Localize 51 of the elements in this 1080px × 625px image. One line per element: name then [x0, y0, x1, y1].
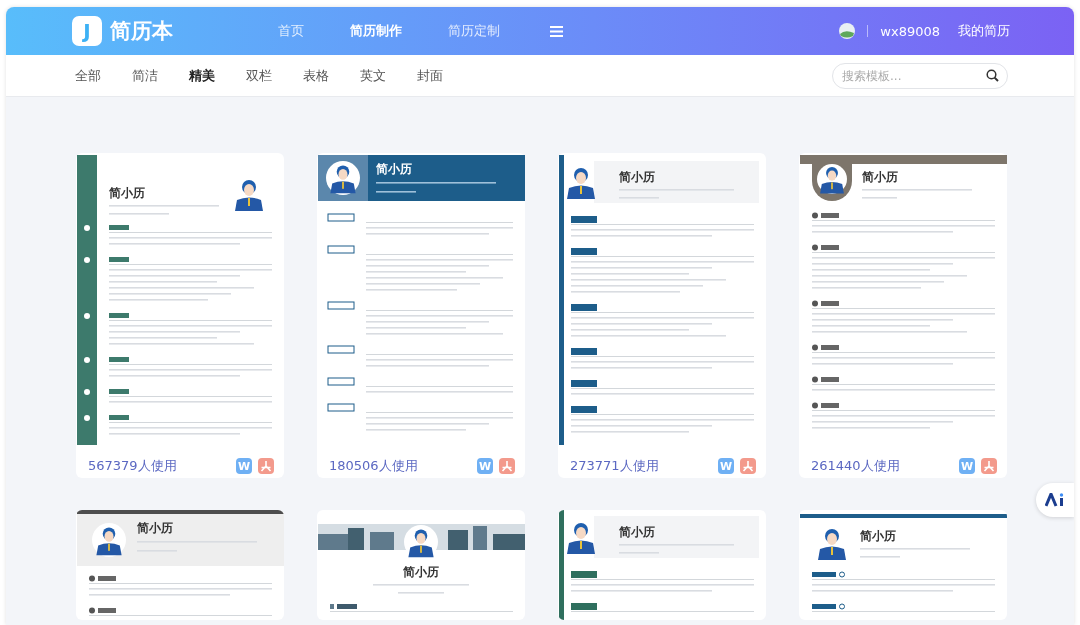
person-figure	[91, 523, 126, 557]
category-tab[interactable]: 双栏	[246, 66, 272, 85]
usage-count: 273771人使用	[570, 457, 660, 475]
avatar-icon[interactable]	[839, 23, 856, 39]
resume-name: 简小历	[108, 186, 145, 200]
usage-count: 261440人使用	[811, 457, 901, 475]
resume-layout-drawing[interactable]	[799, 514, 1007, 612]
resume-layout-drawing[interactable]	[558, 155, 759, 445]
category-tab[interactable]: 表格	[303, 66, 329, 85]
search-icon[interactable]	[986, 69, 999, 82]
word-download-icon[interactable]: W	[477, 458, 493, 474]
nav-link[interactable]: 首页	[278, 22, 304, 40]
person-figure	[816, 164, 847, 194]
word-download-icon[interactable]: W	[236, 458, 252, 474]
person-figure	[325, 161, 360, 195]
person-figure	[403, 525, 438, 559]
resume-name: 简小历	[136, 521, 173, 535]
username[interactable]: wx89008	[880, 23, 940, 39]
resume-name: 简小历	[618, 170, 655, 184]
resume-name: 简小历	[859, 529, 896, 543]
brand-name[interactable]: 简历本	[110, 17, 173, 45]
resume-layout-drawing[interactable]	[558, 510, 759, 620]
resume-name: 简小历	[402, 565, 439, 579]
usage-count: 180506人使用	[329, 457, 419, 475]
category-tab[interactable]: 封面	[417, 66, 443, 85]
resume-layout-drawing[interactable]	[76, 510, 284, 616]
logo-icon[interactable]: J	[72, 16, 102, 46]
person-figure	[234, 180, 263, 211]
category-tab[interactable]: 精美	[189, 66, 215, 85]
category-tab[interactable]: 简洁	[132, 66, 158, 85]
resume-layout-drawing[interactable]	[317, 155, 525, 431]
resume-name: 简小历	[861, 170, 898, 184]
nav-link[interactable]: 简历定制	[448, 22, 500, 40]
category-tab[interactable]: 全部	[75, 66, 101, 85]
menu-icon[interactable]	[550, 25, 563, 37]
category-tab[interactable]: 英文	[360, 66, 386, 85]
usage-count: 567379人使用	[88, 457, 178, 475]
person-figure	[817, 529, 846, 560]
search-field[interactable]: 搜索模板...	[832, 62, 1008, 89]
my-resumes-link[interactable]: 我的简历	[958, 22, 1010, 40]
assistant-button[interactable]	[1036, 483, 1074, 517]
word-download-icon[interactable]: W	[959, 458, 975, 474]
resume-name: 简小历	[618, 525, 655, 539]
assistant-icon	[1045, 493, 1065, 507]
resume-name: 简小历	[375, 162, 412, 176]
resume-layout-drawing[interactable]	[799, 155, 1007, 429]
resume-layout-drawing[interactable]	[76, 155, 272, 445]
person-figure	[566, 523, 595, 554]
word-download-icon[interactable]: W	[718, 458, 734, 474]
person-figure	[566, 168, 595, 199]
nav-link[interactable]: 简历制作	[350, 22, 402, 40]
